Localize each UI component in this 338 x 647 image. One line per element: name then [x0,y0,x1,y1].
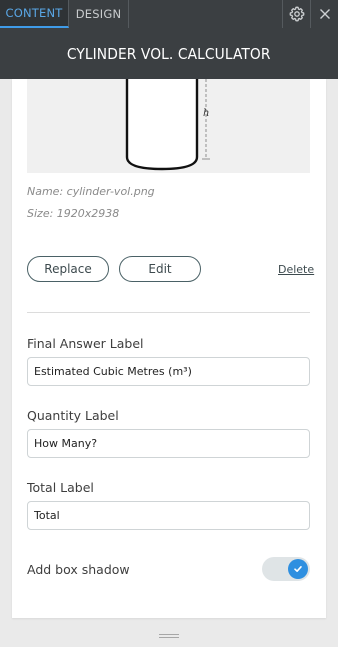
replace-button[interactable]: Replace [27,256,109,282]
height-label: h [203,108,209,119]
handle-line [159,634,179,635]
quantity-input[interactable] [27,429,310,458]
final-answer-input[interactable] [27,357,310,386]
tab-design[interactable]: DESIGN [69,0,129,28]
cylinder-diagram: h [125,79,210,171]
box-shadow-label: Add box shadow [27,562,130,577]
image-size: Size: 1920x2938 [27,207,120,220]
handle-line [159,637,179,638]
edit-button[interactable]: Edit [119,256,201,282]
total-label: Total Label [27,480,94,495]
section-divider [27,312,310,313]
panel-header: CYLINDER VOL. CALCULATOR [0,28,338,79]
image-preview[interactable]: h [27,79,310,173]
gear-icon [289,6,304,22]
toggle-knob [288,559,308,579]
delete-link[interactable]: Delete [278,263,314,276]
close-button[interactable] [310,0,338,28]
quantity-label: Quantity Label [27,408,119,423]
settings-button[interactable] [282,0,310,28]
close-icon [319,9,330,19]
resize-handle[interactable] [159,634,179,640]
top-toolbar: CONTENT DESIGN [0,0,338,28]
total-input[interactable] [27,501,310,530]
tab-content[interactable]: CONTENT [0,0,69,28]
panel-title: CYLINDER VOL. CALCULATOR [67,44,271,63]
settings-card: h Name: cylinder-vol.png Size: 1920x2938… [12,79,326,618]
final-answer-label: Final Answer Label [27,336,144,351]
box-shadow-toggle[interactable] [262,557,310,581]
checkmark-icon [294,566,302,572]
image-name: Name: cylinder-vol.png [27,185,155,198]
